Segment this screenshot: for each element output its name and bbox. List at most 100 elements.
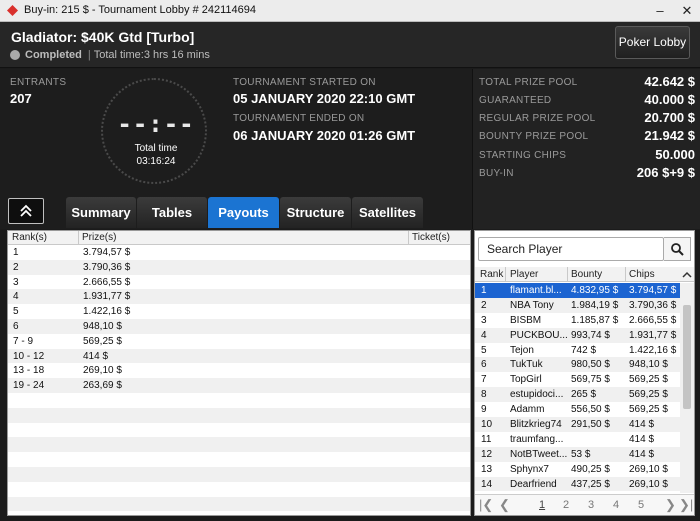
tournament-info: ENTRANTS 207 --:-- Total time 03:16:24 T… [0,69,700,229]
tab-structure[interactable]: Structure [280,197,351,228]
player-row[interactable]: 14 Dearfriend 437,25 $ 269,10 $ [475,476,680,492]
prize-value: 40.000 $ [644,92,695,107]
payout-prize: 2.666,55 $ [83,276,131,288]
collapse-button[interactable] [8,198,44,224]
player-row[interactable]: 12 NotBTweet... 53 $ 414 $ [475,446,680,462]
table-row: 7 - 9 569,25 $ [8,334,470,349]
player-row[interactable]: 5 Tejon 742 $ 1.422,16 $ [475,343,680,358]
player-row[interactable]: 6 TukTuk 980,50 $ 948,10 $ [475,357,680,373]
pagination: |❮ ❮ 1 2 3 4 5 ❯ ❯| [475,494,694,515]
page-number[interactable]: 4 [613,499,619,511]
players-scrollbar[interactable] [680,283,694,493]
prev-page-icon[interactable]: ❮ [499,497,510,513]
player-row[interactable]: 9 Adamm 556,50 $ 569,25 $ [475,402,680,417]
minimize-button[interactable]: – [651,2,669,20]
prize-row: BOUNTY PRIZE POOL 21.942 $ [479,127,695,145]
player-row[interactable]: 3 BISBM 1.185,87 $ 2.666,55 $ [475,313,680,328]
col-prizes[interactable]: Prize(s) [82,232,116,243]
started-label: TOURNAMENT STARTED ON [233,77,376,88]
clock-value: 03:16:24 [136,156,176,167]
player-row[interactable]: 7 TopGirl 569,75 $ 569,25 $ [475,372,680,387]
payout-rank: 3 [13,276,19,288]
player-row[interactable]: 13 Sphynx7 490,25 $ 269,10 $ [475,462,680,477]
payout-rank: 7 - 9 [13,335,34,347]
player-name: PUCKBOU... [510,329,567,341]
scroll-up-arrow-icon[interactable] [682,270,692,280]
player-name: flamant.bl... [510,285,562,296]
poker-lobby-button[interactable]: Poker Lobby [615,26,690,59]
prize-value: 206 $+9 $ [636,165,695,180]
payouts-table: Rank(s) Prize(s) Ticket(s) 1 3.794,57 $ 2 3… [7,230,471,516]
payout-rank: 4 [13,291,19,303]
close-button[interactable]: ✕ [678,2,696,20]
player-name: TopGirl [510,374,542,386]
col-chips[interactable]: Chips [629,269,655,280]
player-rank: 10 [481,419,493,431]
total-time-text: Total time:3 hrs 16 mins [93,49,210,61]
prize-value: 42.642 $ [644,74,695,89]
scrollbar-thumb[interactable] [683,305,691,409]
player-row[interactable]: 11 traumfang... 414 $ [475,432,680,447]
empty-row [8,466,470,482]
player-name: NBA Tony [510,299,554,311]
player-rank: 1 [481,285,487,296]
payouts-header: Rank(s) Prize(s) Ticket(s) [8,231,470,245]
first-page-icon[interactable]: |❮ [479,497,493,513]
page-number[interactable]: 3 [588,499,594,511]
payout-prize: 569,25 $ [83,335,122,347]
status-dot-icon [10,50,20,60]
player-chips: 2.666,55 $ [629,314,677,326]
status-text: Completed [25,49,82,61]
ended-label: TOURNAMENT ENDED ON [233,113,365,124]
started-value: 05 JANUARY 2020 22:10 GMT [233,91,416,106]
player-name: NotBTweet... [510,448,567,460]
col-tickets[interactable]: Ticket(s) [412,232,450,243]
page-number[interactable]: 5 [638,499,644,511]
player-row[interactable]: 1 flamant.bl... 4.832,95 $ 3.794,57 $ [475,283,680,298]
player-row[interactable]: 10 Blitzkrieg74 291,50 $ 414 $ [475,417,680,432]
col-ranks[interactable]: Rank(s) [12,232,47,243]
player-bounty: 556,50 $ [571,404,610,416]
empty-row [8,423,470,438]
page-number[interactable]: 2 [563,499,569,511]
player-row[interactable]: 8 estupidoci... 265 $ 569,25 $ [475,387,680,403]
player-bounty: 4.832,95 $ [571,285,619,296]
player-bounty: 437,25 $ [571,478,610,490]
player-chips: 414 $ [629,433,655,445]
payout-prize: 3.794,57 $ [83,247,131,258]
tab-satellites[interactable]: Satellites [352,197,423,228]
payout-prize: 3.790,36 $ [83,261,131,273]
col-rank[interactable]: Rank [480,269,503,280]
col-player[interactable]: Player [510,269,538,280]
tournament-name: Gladiator: $40K Gtd [Turbo] [11,29,195,45]
table-row: 3 2.666,55 $ [8,275,470,290]
player-name: traumfang... [510,433,564,445]
entrants-value: 207 [10,91,32,106]
player-rank: 2 [481,299,487,311]
payout-prize: 263,69 $ [83,380,122,392]
tab-summary[interactable]: Summary [66,197,136,228]
player-bounty: 490,25 $ [571,463,610,475]
next-page-icon[interactable]: ❯ [665,497,676,513]
player-bounty: 1.984,19 $ [571,299,619,311]
page-number[interactable]: 1 [539,499,545,511]
player-bounty: 569,75 $ [571,374,610,386]
last-page-icon[interactable]: ❯| [679,497,693,513]
search-button[interactable] [664,237,691,261]
player-rank: 3 [481,314,487,326]
table-row: 13 - 18 269,10 $ [8,363,470,378]
player-name: estupidoci... [510,389,564,401]
tab-payouts[interactable]: Payouts [208,197,279,228]
player-row[interactable]: 4 PUCKBOU... 993,74 $ 1.931,77 $ [475,327,680,343]
entrants-label: ENTRANTS [10,77,67,88]
payout-prize: 414 $ [83,350,109,362]
player-rank: 5 [481,344,487,356]
player-row[interactable]: 2 NBA Tony 1.984,19 $ 3.790,36 $ [475,297,680,313]
player-name: Tejon [510,344,534,356]
payout-rank: 6 [13,320,19,332]
player-bounty: 265 $ [571,389,597,401]
search-player-input[interactable]: Search Player [478,237,664,261]
tab-tables[interactable]: Tables [137,197,207,228]
col-bounty[interactable]: Bounty [571,269,602,280]
search-icon [671,243,684,256]
